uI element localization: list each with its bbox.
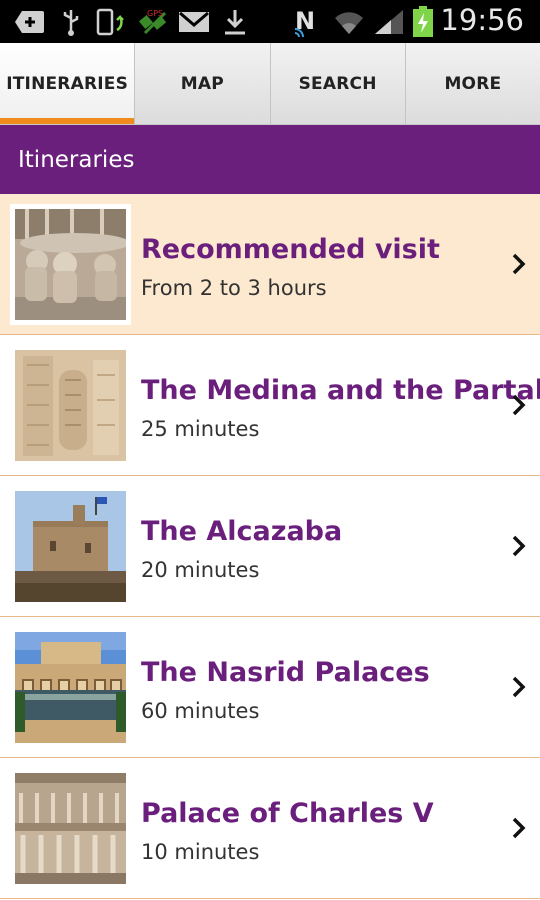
usb-icon: [58, 7, 84, 37]
svg-text:GPS: GPS: [147, 9, 163, 18]
list-item-nasrid-palaces[interactable]: The Nasrid Palaces 60 minutes: [0, 617, 540, 758]
chevron-right-icon: [512, 535, 526, 557]
satellite-icon: GPS: [136, 7, 172, 37]
phone-update-icon: [94, 7, 128, 37]
itinerary-duration: 60 minutes: [141, 699, 260, 723]
itinerary-title: Palace of Charles V: [141, 798, 434, 829]
wifi-icon: [332, 7, 366, 37]
chevron-right-icon: [512, 394, 526, 416]
itinerary-title: The Alcazaba: [141, 516, 343, 547]
battery-charging-icon: [410, 6, 436, 37]
itinerary-list: Recommended visit From 2 to 3 hours The …: [0, 194, 540, 899]
section-title: Itineraries: [0, 125, 540, 194]
signal-icon: [372, 7, 406, 37]
chevron-right-icon: [512, 817, 526, 839]
nfc-icon: N: [292, 7, 322, 37]
itinerary-title: The Medina and the Partal: [141, 375, 540, 406]
tab-search[interactable]: SEARCH: [269, 43, 405, 124]
tab-bar: ITINERARIES MAP SEARCH MORE: [0, 43, 540, 125]
tab-map[interactable]: MAP: [134, 43, 269, 124]
clock: 19:56: [440, 3, 524, 37]
itinerary-duration: 10 minutes: [141, 840, 260, 864]
chevron-right-icon: [512, 253, 526, 275]
mail-icon: [176, 7, 212, 37]
status-bar: GPS N 19:56: [0, 0, 540, 43]
thumbnail-courtyard-pool: [10, 627, 131, 748]
tab-more[interactable]: MORE: [404, 43, 540, 124]
thumbnail-lions-fountain: [10, 204, 131, 325]
list-item-recommended-visit[interactable]: Recommended visit From 2 to 3 hours: [0, 194, 540, 335]
thumbnail-carved-wall: [10, 345, 131, 466]
list-item-alcazaba[interactable]: The Alcazaba 20 minutes: [0, 476, 540, 617]
itinerary-duration: 20 minutes: [141, 558, 260, 582]
itinerary-title: Recommended visit: [141, 234, 440, 265]
list-item-palace-charles-v[interactable]: Palace of Charles V 10 minutes: [0, 758, 540, 899]
itinerary-title: The Nasrid Palaces: [141, 657, 430, 688]
list-item-medina-partal[interactable]: The Medina and the Partal 25 minutes: [0, 335, 540, 476]
thumbnail-tower: [10, 486, 131, 607]
chevron-right-icon: [512, 676, 526, 698]
svg-text:N: N: [295, 7, 315, 35]
download-icon: [220, 7, 250, 37]
thumbnail-colonnade: [10, 768, 131, 889]
tab-itineraries[interactable]: ITINERARIES: [0, 43, 135, 124]
itinerary-duration: 25 minutes: [141, 417, 260, 441]
itinerary-duration: From 2 to 3 hours: [141, 276, 327, 300]
add-icon: [12, 7, 48, 37]
